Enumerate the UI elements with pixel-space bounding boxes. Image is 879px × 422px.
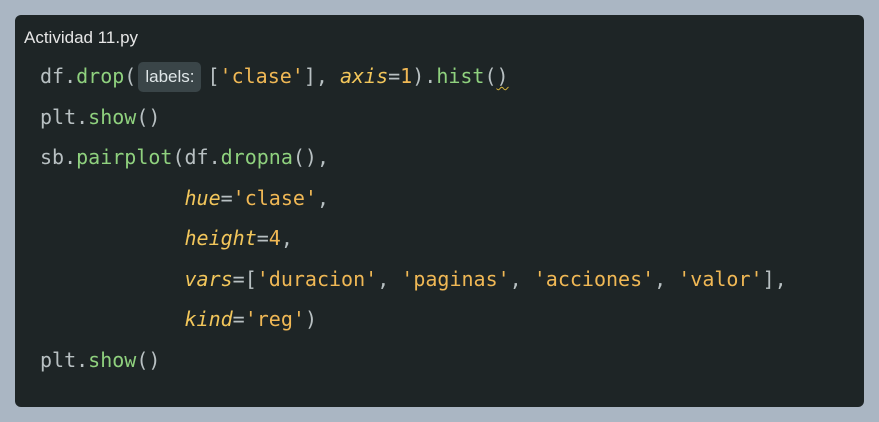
code-line[interactable]: plt.show(): [40, 103, 160, 131]
code-token-plain: sb.: [40, 145, 77, 169]
code-token-kw: vars: [184, 267, 233, 291]
code-line[interactable]: df.drop(labels: ['clase'], axis=1).hist(): [40, 61, 509, 92]
code-token-plain: (: [484, 64, 497, 88]
code-line[interactable]: sb.pairplot(df.dropna(),: [40, 143, 329, 171]
code-token-str: 'valor': [678, 267, 763, 291]
code-token-fn: drop: [76, 64, 125, 88]
code-token-str: 'reg': [244, 307, 305, 331]
code-token-plain: =[: [232, 267, 257, 291]
code-token-plain: ): [304, 307, 317, 331]
code-token-plain: ],: [303, 64, 340, 88]
code-token-plain: =: [388, 64, 401, 88]
code-token-num: 1: [400, 64, 413, 88]
code-token-plain: =: [232, 307, 245, 331]
code-token-fn: show: [88, 348, 137, 372]
code-token-kw: kind: [184, 307, 233, 331]
inlay-hint-labels: labels:: [138, 61, 202, 92]
code-token-plain: plt.: [40, 105, 89, 129]
code-token-kw: height: [184, 226, 257, 250]
code-token-str: 'paginas': [401, 267, 510, 291]
code-line[interactable]: kind='reg'): [40, 305, 317, 333]
code-token-plain: ,: [280, 226, 293, 250]
code-token-plain: (df.: [172, 145, 221, 169]
code-token-plain: [: [207, 64, 220, 88]
code-token-str: 'duracion': [256, 267, 378, 291]
code-token-plain: (),: [292, 145, 329, 169]
code-token-plain: (): [136, 105, 161, 129]
code-line[interactable]: vars=['duracion', 'paginas', 'acciones',…: [40, 265, 787, 293]
code-token-fn: hist: [436, 64, 485, 88]
code-token-kw: hue: [184, 186, 221, 210]
code-token-str: 'clase': [232, 186, 317, 210]
warning-squiggle[interactable]: ): [497, 64, 509, 88]
code-token-plain: ,: [377, 267, 402, 291]
code-token-plain: ,: [316, 186, 330, 210]
code-token-fn: show: [88, 105, 137, 129]
code-token-num: 4: [268, 226, 281, 250]
code-editor-panel: Actividad 11.py df.drop(labels: ['clase']…: [15, 15, 864, 407]
code-line[interactable]: height=4,: [40, 224, 293, 252]
code-token-plain: df.: [40, 64, 77, 88]
code-token-plain: ,: [509, 267, 534, 291]
code-token-plain: ],: [762, 267, 787, 291]
code-token-str: 'acciones': [533, 267, 655, 291]
code-line[interactable]: hue='clase',: [40, 184, 330, 212]
code-token-plain: =: [256, 226, 269, 250]
code-token-str: 'clase': [219, 64, 304, 88]
code-token-fn: pairplot: [76, 145, 173, 169]
code-token-plain: plt.: [40, 348, 89, 372]
code-token-plain: =: [220, 186, 233, 210]
code-token-plain: ).: [412, 64, 437, 88]
code-token-plain: (): [136, 348, 161, 372]
code-token-kw: axis: [339, 64, 389, 88]
file-title: Actividad 11.py: [24, 28, 139, 47]
code-token-fn: dropna: [220, 145, 293, 169]
code-line[interactable]: plt.show(): [40, 346, 160, 374]
code-token-plain: ,: [654, 267, 679, 291]
code-token-plain: (: [124, 64, 137, 88]
